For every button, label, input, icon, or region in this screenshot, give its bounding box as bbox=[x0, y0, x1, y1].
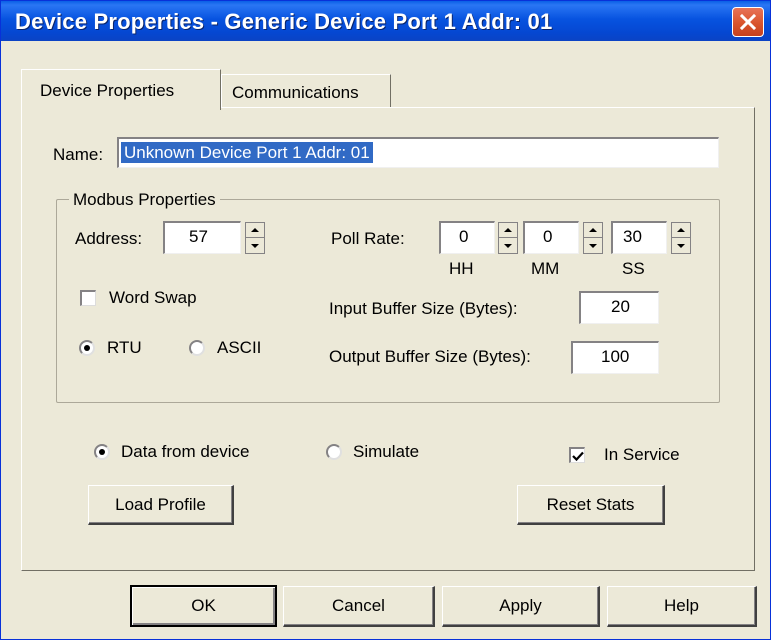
ss-label: SS bbox=[622, 259, 645, 278]
address-input[interactable]: 57 bbox=[163, 221, 241, 254]
arrow-up-icon bbox=[251, 228, 259, 232]
ascii-radio[interactable] bbox=[189, 340, 205, 356]
load-profile-button[interactable]: Load Profile bbox=[88, 485, 234, 525]
window-title: Device Properties - Generic Device Port … bbox=[15, 9, 553, 34]
mm-label: MM bbox=[531, 259, 560, 278]
tab-device-properties[interactable]: Device Properties bbox=[21, 69, 221, 110]
poll-ss-input[interactable]: 30 bbox=[611, 221, 667, 254]
close-button[interactable] bbox=[732, 7, 764, 37]
ascii-label: ASCII bbox=[217, 338, 262, 357]
reset-stats-button[interactable]: Reset Stats bbox=[517, 485, 665, 525]
spin-down-button[interactable] bbox=[246, 238, 264, 253]
in-service-label: In Service bbox=[604, 445, 680, 464]
data-from-device-label: Data from device bbox=[121, 442, 250, 461]
spin-down-button[interactable] bbox=[672, 238, 690, 253]
arrow-up-icon bbox=[589, 228, 597, 232]
poll-mm-input[interactable]: 0 bbox=[523, 221, 579, 254]
tab-communications[interactable]: Communications bbox=[221, 74, 391, 107]
arrow-down-icon bbox=[251, 243, 259, 248]
poll-mm-value: 0 bbox=[543, 227, 553, 246]
apply-label: Apply bbox=[499, 596, 542, 615]
modbus-properties-label: Modbus Properties bbox=[69, 190, 220, 210]
input-buffer-value: 20 bbox=[611, 297, 630, 316]
input-buffer-label: Input Buffer Size (Bytes): bbox=[329, 299, 518, 318]
rtu-label: RTU bbox=[107, 338, 142, 357]
spin-up-button[interactable] bbox=[584, 223, 602, 238]
tab-label: Device Properties bbox=[40, 81, 175, 100]
radio-dot-icon bbox=[84, 345, 90, 351]
simulate-label: Simulate bbox=[353, 442, 420, 461]
title-bar[interactable]: Device Properties - Generic Device Port … bbox=[1, 1, 770, 41]
radio-dot-icon bbox=[99, 449, 105, 455]
address-spinner[interactable] bbox=[245, 222, 265, 254]
name-input[interactable]: Unknown Device Port 1 Addr: 01 bbox=[117, 137, 719, 168]
close-icon bbox=[739, 13, 757, 31]
arrow-up-icon bbox=[504, 228, 512, 232]
poll-hh-input[interactable]: 0 bbox=[439, 221, 495, 254]
name-value: Unknown Device Port 1 Addr: 01 bbox=[121, 142, 373, 163]
arrow-down-icon bbox=[589, 243, 597, 248]
poll-ss-value: 30 bbox=[623, 227, 642, 246]
spin-up-button[interactable] bbox=[246, 223, 264, 238]
ok-button[interactable]: OK bbox=[130, 585, 277, 627]
reset-stats-label: Reset Stats bbox=[546, 494, 635, 514]
tab-label: Communications bbox=[232, 83, 359, 102]
output-buffer-label: Output Buffer Size (Bytes): bbox=[329, 347, 531, 366]
load-profile-label: Load Profile bbox=[115, 494, 206, 514]
address-value: 57 bbox=[189, 227, 208, 246]
checkmark-icon bbox=[572, 451, 584, 462]
input-buffer-input[interactable]: 20 bbox=[579, 291, 659, 324]
arrow-down-icon bbox=[504, 243, 512, 248]
rtu-radio[interactable] bbox=[79, 340, 95, 356]
device-properties-dialog: Device Properties - Generic Device Port … bbox=[0, 0, 771, 640]
ok-label: OK bbox=[191, 596, 216, 615]
spin-up-button[interactable] bbox=[672, 223, 690, 238]
output-buffer-value: 100 bbox=[601, 347, 630, 366]
in-service-checkbox[interactable] bbox=[569, 447, 585, 463]
help-label: Help bbox=[664, 596, 699, 615]
poll-hh-spinner[interactable] bbox=[498, 222, 518, 254]
help-button[interactable]: Help bbox=[607, 586, 757, 627]
word-swap-label: Word Swap bbox=[109, 288, 197, 307]
spin-up-button[interactable] bbox=[499, 223, 517, 238]
cancel-button[interactable]: Cancel bbox=[283, 586, 435, 627]
simulate-radio[interactable] bbox=[326, 444, 342, 460]
poll-rate-label: Poll Rate: bbox=[331, 229, 405, 248]
apply-button[interactable]: Apply bbox=[442, 586, 600, 627]
poll-ss-spinner[interactable] bbox=[671, 222, 691, 254]
spin-down-button[interactable] bbox=[584, 238, 602, 253]
cancel-label: Cancel bbox=[332, 596, 385, 615]
word-swap-checkbox[interactable] bbox=[80, 290, 96, 306]
arrow-up-icon bbox=[677, 228, 685, 232]
hh-label: HH bbox=[449, 259, 474, 278]
poll-hh-value: 0 bbox=[459, 227, 469, 246]
poll-mm-spinner[interactable] bbox=[583, 222, 603, 254]
spin-down-button[interactable] bbox=[499, 238, 517, 253]
data-from-device-radio[interactable] bbox=[94, 444, 110, 460]
output-buffer-input[interactable]: 100 bbox=[571, 341, 659, 374]
address-label: Address: bbox=[75, 229, 143, 248]
arrow-down-icon bbox=[677, 243, 685, 248]
name-label: Name: bbox=[53, 145, 104, 164]
